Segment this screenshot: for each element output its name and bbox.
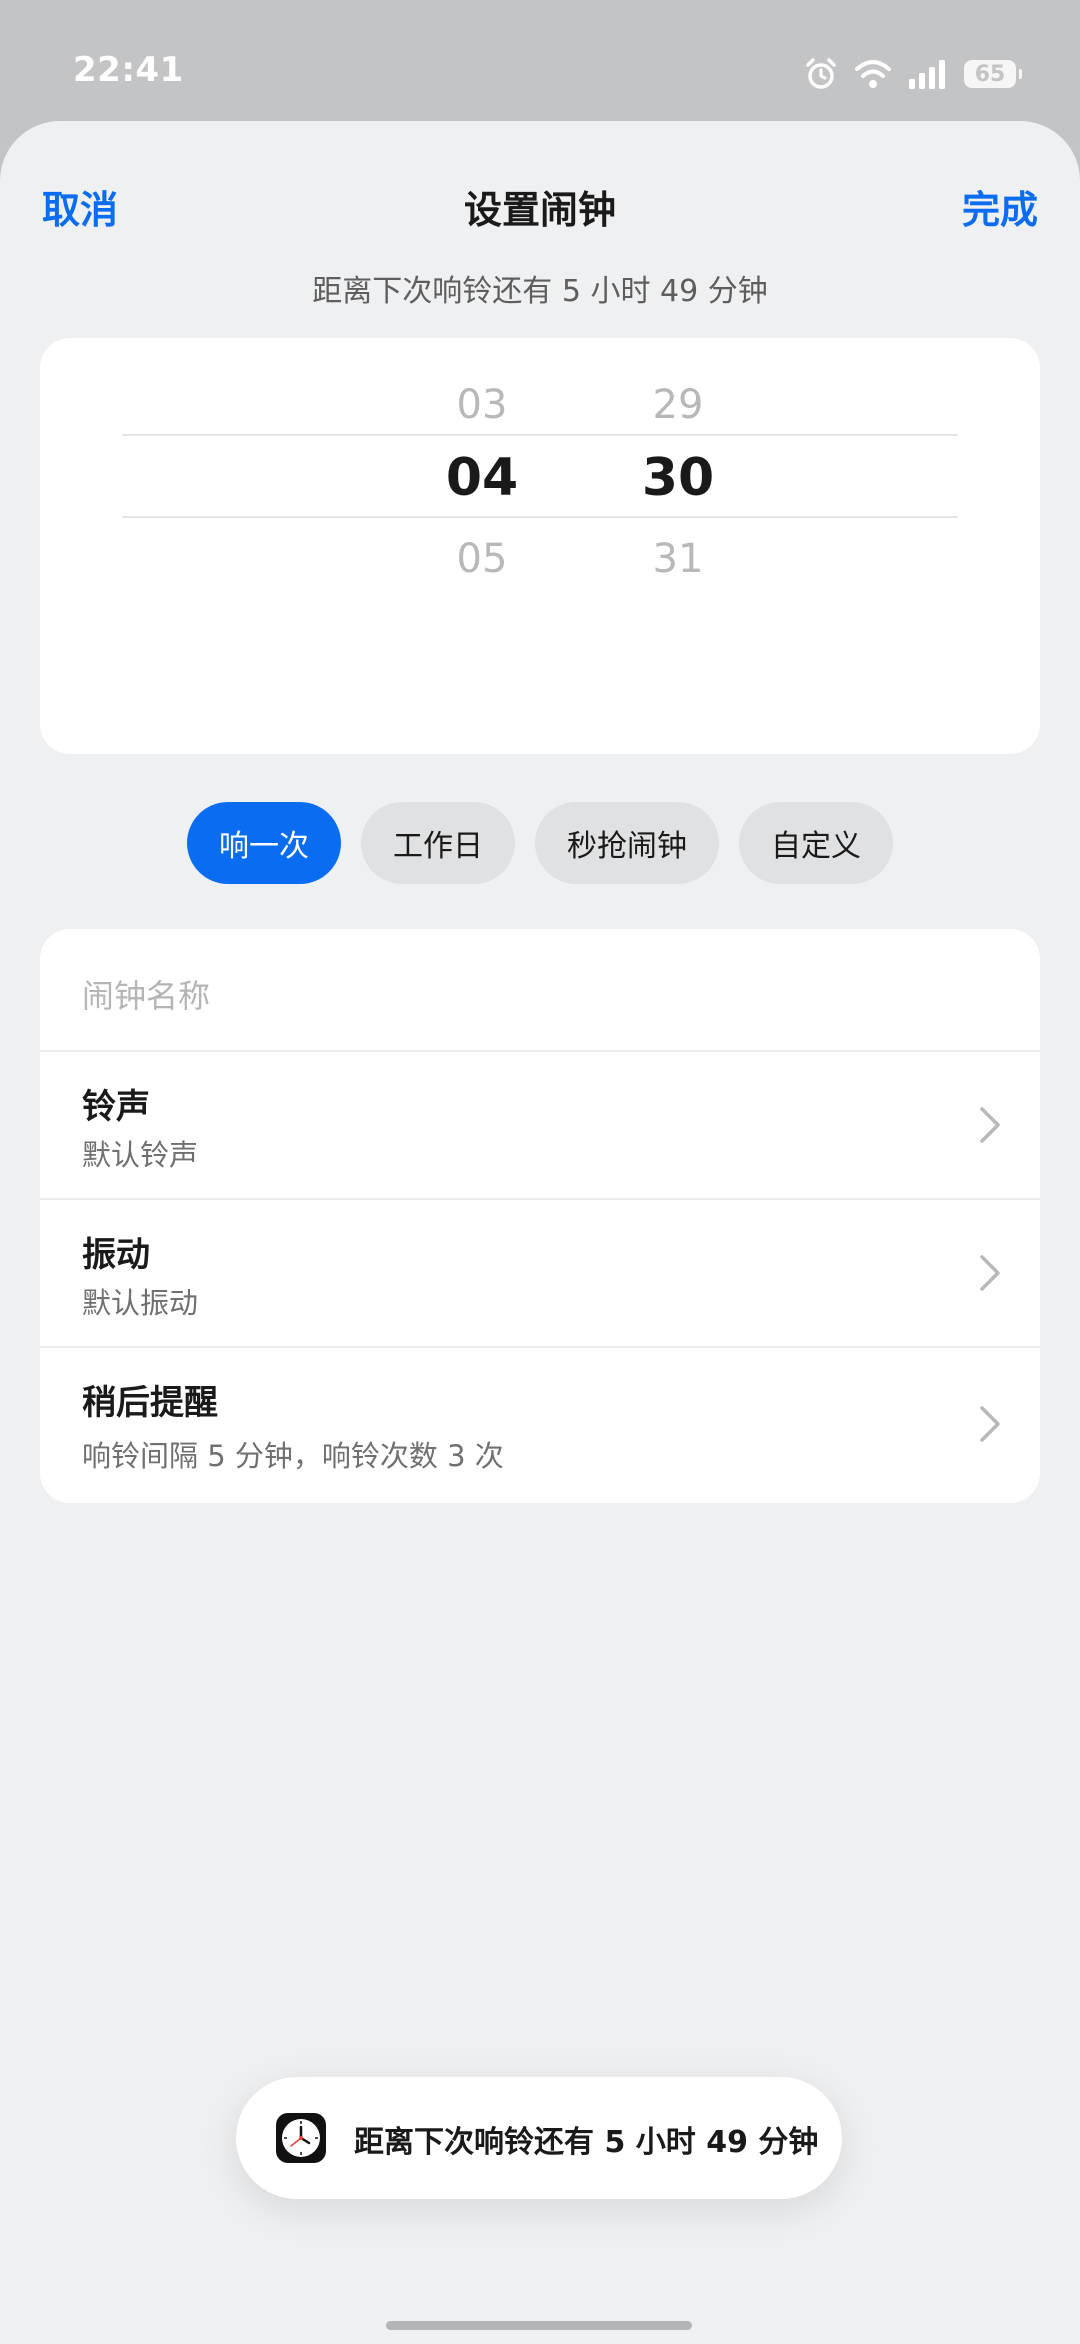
hour-next[interactable]: 05: [392, 536, 572, 582]
status-time: 22:41: [73, 50, 184, 90]
snooze-title: 稍后提醒: [82, 1383, 218, 1423]
minute-next[interactable]: 31: [588, 536, 768, 582]
ringtone-value: 默认铃声: [82, 1138, 199, 1172]
done-button[interactable]: 完成: [962, 179, 1038, 234]
battery-icon: 65: [964, 60, 1022, 88]
chevron-right-icon: [980, 1107, 1000, 1143]
minute-wheel[interactable]: 29 30 31: [588, 338, 768, 754]
ringtone-row[interactable]: 铃声 默认铃声: [40, 1052, 1040, 1198]
snooze-value: 响铃间隔 5 分钟，响铃次数 3 次: [82, 1439, 504, 1473]
status-bar: 22:41 65: [0, 0, 1080, 120]
signal-icon: [908, 59, 948, 89]
hour-prev[interactable]: 03: [392, 382, 572, 428]
vibration-row[interactable]: 振动 默认振动: [40, 1200, 1040, 1346]
chevron-right-icon: [980, 1255, 1000, 1291]
repeat-options: 响一次 工作日 秒抢闹钟 自定义: [0, 802, 1080, 884]
snooze-row[interactable]: 稍后提醒 响铃间隔 5 分钟，响铃次数 3 次: [40, 1348, 1040, 1503]
minute-prev[interactable]: 29: [588, 382, 768, 428]
home-indicator[interactable]: [386, 2321, 692, 2330]
repeat-quick-alarm-chip[interactable]: 秒抢闹钟: [535, 802, 719, 884]
clock-app-icon: [276, 2113, 326, 2163]
alarm-options-list: 闹钟名称 铃声 默认铃声 振动 默认振动 稍后提醒 响铃间隔 5 分钟，响铃次数…: [40, 929, 1040, 1503]
vibration-value: 默认振动: [82, 1286, 199, 1320]
minute-selected[interactable]: 30: [588, 448, 768, 508]
status-icons: 65: [804, 54, 1022, 94]
repeat-once-chip[interactable]: 响一次: [187, 802, 341, 884]
wifi-icon: [854, 59, 892, 89]
page-title: 设置闹钟: [463, 188, 616, 232]
ringtone-title: 铃声: [82, 1087, 150, 1127]
time-picker: 03 04 05 29 30 31: [40, 338, 1040, 754]
hour-selected[interactable]: 04: [392, 448, 572, 508]
alarm-icon: [804, 57, 838, 91]
alarm-name-input[interactable]: 闹钟名称: [82, 971, 210, 1017]
vibration-title: 振动: [82, 1235, 150, 1275]
countdown-toast: 距离下次响铃还有 5 小时 49 分钟: [236, 2077, 842, 2199]
countdown-text: 距离下次响铃还有 5 小时 49 分钟: [312, 274, 768, 309]
chevron-right-icon: [980, 1406, 1000, 1442]
repeat-workdays-chip[interactable]: 工作日: [361, 802, 515, 884]
repeat-custom-chip[interactable]: 自定义: [739, 802, 893, 884]
hour-wheel[interactable]: 03 04 05: [392, 338, 572, 754]
toast-message: 距离下次响铃还有 5 小时 49 分钟: [354, 2125, 819, 2160]
alarm-settings-sheet: 取消 设置闹钟 完成 距离下次响铃还有 5 小时 49 分钟 03 04 05 …: [0, 121, 1080, 2344]
